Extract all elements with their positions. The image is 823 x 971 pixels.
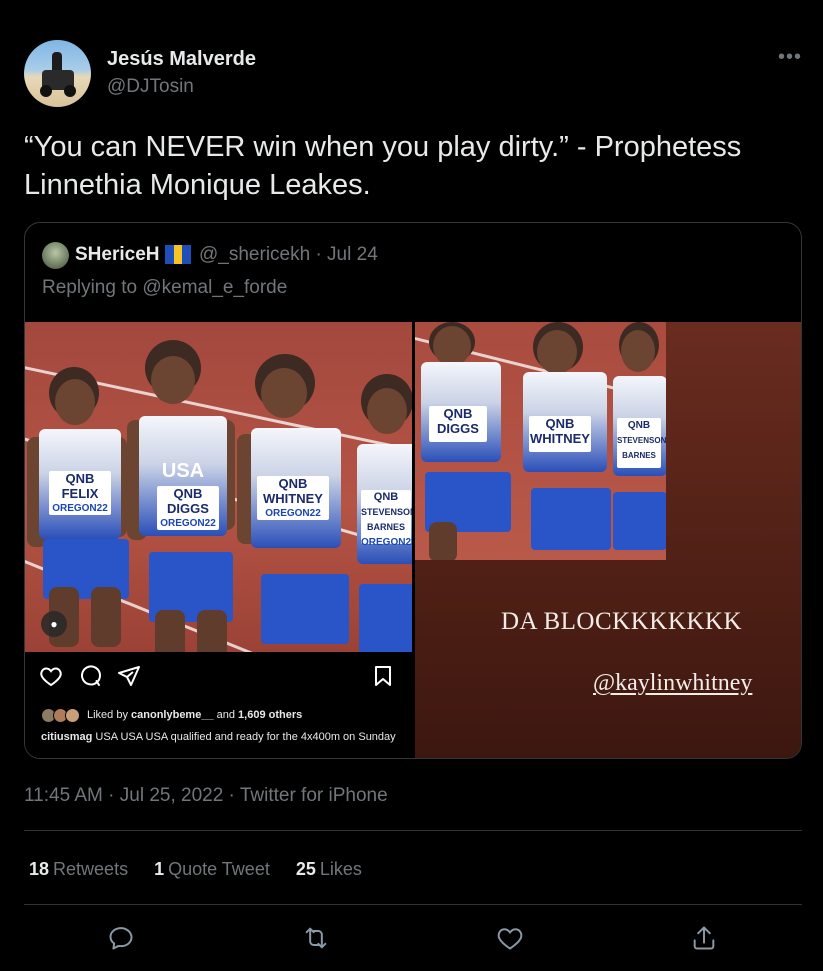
- tweet-timestamp[interactable]: 11:45 AM · Jul 25, 2022 · Twitter for iP…: [24, 785, 388, 807]
- liked-by-user: canonlybeme__: [131, 708, 214, 721]
- instagram-photo: QNB FELIX OREGON22 USA QNB DIGGS OREGON22: [25, 322, 412, 652]
- runner-bib-name: WHITNEY: [530, 431, 590, 446]
- share-button[interactable]: [690, 924, 720, 954]
- quote-tweets-count: 1: [154, 859, 165, 879]
- likes-stat[interactable]: 25 Likes: [296, 859, 362, 880]
- reply-icon: [109, 927, 133, 950]
- runner-bib-brand: QNB: [545, 416, 575, 431]
- avatar-wheel: [64, 85, 76, 97]
- runner-bib-brand: QNB: [278, 476, 308, 491]
- bookmark-icon: [375, 666, 391, 686]
- retweets-stat[interactable]: 18 Retweets: [29, 859, 128, 880]
- quoted-author-meta: @_shericekh · Jul 24: [199, 244, 378, 265]
- divider: [24, 830, 802, 831]
- reply-button[interactable]: [107, 924, 137, 954]
- quoted-tweet-card[interactable]: SHericeH @_shericekh · Jul 24 Replying t…: [24, 222, 802, 759]
- runner-bib-brand: QNB: [65, 471, 95, 486]
- instagram-story: QNB DIGGS QNB WHITNEY QNB STEVENSON BARNES: [415, 322, 801, 758]
- retweet-button[interactable]: [302, 924, 332, 954]
- runner-bib-sub: OREGON22: [52, 503, 108, 514]
- quote-tweets-stat[interactable]: 1 Quote Tweet: [154, 859, 270, 880]
- runner-bib-name: WHITNEY: [263, 491, 323, 506]
- quoted-media[interactable]: QNB FELIX OREGON22 USA QNB DIGGS OREGON22: [25, 322, 801, 758]
- runner-bib-brand: QNB: [443, 406, 473, 421]
- liked-by-prefix: Liked by: [87, 708, 132, 721]
- runner-bib-sub: OREGON22: [361, 537, 412, 548]
- jersey-usa-text: USA: [161, 460, 205, 482]
- retweets-label: Retweets: [53, 859, 129, 879]
- quoted-author-avatar: [42, 242, 69, 269]
- caption-text: USA USA USA qualified and ready for the …: [92, 731, 396, 743]
- story-handle-link[interactable]: @kaylinwhitney: [593, 670, 752, 697]
- share-icon: [693, 926, 715, 950]
- more-options-icon[interactable]: •••: [778, 47, 802, 67]
- replying-to: Replying to @kemal_e_forde: [42, 277, 287, 299]
- instagram-likes: Liked by canonlybeme__ and 1,609 others: [41, 708, 303, 723]
- replying-to-prefix: Replying to: [42, 277, 143, 298]
- comment-icon: [81, 665, 102, 686]
- retweets-count: 18: [29, 859, 50, 879]
- engagement-stats: 18 Retweets 1 Quote Tweet 25 Likes: [29, 859, 362, 880]
- runner-bib-brand: QNB: [627, 420, 651, 431]
- story-photo: QNB DIGGS QNB WHITNEY QNB STEVENSON BARNES: [415, 322, 666, 560]
- likes-label: Likes: [319, 859, 362, 879]
- runner-bib-sub: OREGON22: [160, 518, 216, 529]
- caption-user: citiusmag: [41, 731, 93, 743]
- avatar-wheel: [40, 85, 52, 97]
- runner-bib-name: DIGGS: [437, 421, 479, 436]
- liker-avatars: [41, 708, 83, 723]
- quote-tweets-label: Quote Tweet: [168, 859, 270, 879]
- runner-bib-name: FELIX: [61, 486, 99, 501]
- author-name[interactable]: Jesús Malverde: [107, 48, 256, 71]
- barbados-flag-icon: [165, 245, 192, 264]
- heart-icon: [40, 667, 62, 687]
- divider: [24, 904, 802, 905]
- instagram-panel: Liked by canonlybeme__ and 1,609 others …: [25, 652, 412, 758]
- instagram-caption: citiusmag USA USA USA qualified and read…: [41, 730, 401, 744]
- replying-to-link[interactable]: @kemal_e_forde: [142, 277, 287, 298]
- author-avatar[interactable]: [24, 40, 91, 107]
- runner-bib-name: DIGGS: [167, 501, 209, 516]
- runner-bib-brand: QNB: [373, 491, 399, 503]
- tagged-users-icon[interactable]: ●: [41, 611, 67, 637]
- author-handle[interactable]: @DJTosin: [107, 76, 194, 98]
- runner-bib-name: STEVENSON BARNES: [361, 507, 412, 532]
- send-icon: [118, 666, 140, 686]
- retweet-icon: [305, 927, 327, 949]
- runner-bib-brand: QNB: [173, 486, 203, 501]
- runner-bib-sub: OREGON22: [265, 508, 321, 519]
- runner-bib-name: STEVENSON BARNES: [617, 436, 666, 460]
- likes-count: 25: [295, 859, 316, 879]
- story-title: DA BLOCKKKKKKK: [501, 608, 743, 635]
- liked-by-mid: and: [213, 708, 239, 721]
- quoted-author-name: SHericeH: [75, 244, 160, 265]
- like-button[interactable]: [496, 924, 526, 954]
- tweet-text: “You can NEVER win when you play dirty.”…: [24, 131, 742, 201]
- like-icon: [497, 928, 523, 950]
- liked-by-count: 1,609 others: [238, 708, 303, 721]
